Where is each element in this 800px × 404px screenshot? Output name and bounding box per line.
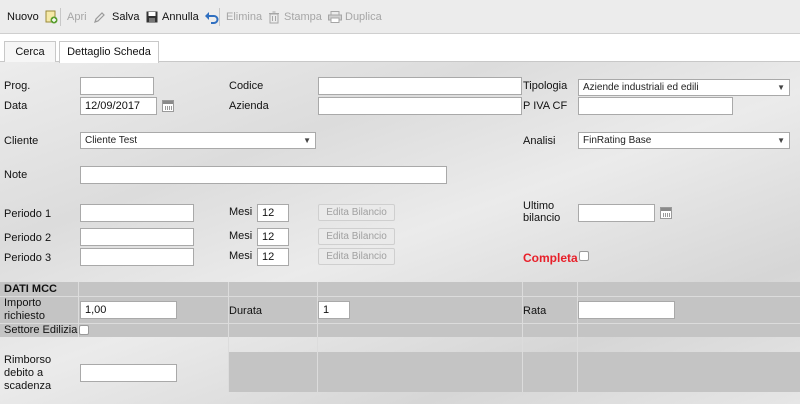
azienda-label: Azienda [229,100,269,112]
duplica-button[interactable]: Duplica [345,9,382,25]
codice-input[interactable] [318,77,522,95]
ultimo-bilancio-label-2: bilancio [523,212,561,224]
importo-label-1: Importo [4,297,42,309]
mcc-header-band [0,282,800,296]
toolbar: Nuovo Apri Salva Annulla Elimina Stampa … [0,0,800,34]
rimborso-label-3: scadenza [4,380,52,392]
tab-dettaglio-label: Dettaglio Scheda [67,46,151,58]
data-label: Data [4,100,28,112]
durata-input[interactable] [318,301,350,319]
analisi-select[interactable]: FinRating Base ▼ [578,132,790,149]
mesi3-input[interactable] [257,248,289,266]
analisi-value: FinRating Base [583,135,652,146]
pencil-icon [93,11,105,23]
salva-button[interactable]: Salva [112,9,158,25]
codice-label: Codice [229,80,264,92]
calendar-icon[interactable] [660,207,672,219]
tab-dettaglio-scheda[interactable]: Dettaglio Scheda [59,41,159,63]
rimborso-label-1: Rimborso [4,354,52,366]
mcc-row-settore [0,324,800,337]
elimina-label: Elimina [226,11,263,23]
durata-label: Durata [229,305,263,317]
settore-edilizia-checkbox[interactable] [79,325,89,335]
cliente-select[interactable]: Cliente Test ▼ [80,132,316,149]
importo-label-2: richiesto [4,310,45,322]
prog-label: Prog. [4,80,31,92]
duplica-label: Duplica [345,11,382,23]
periodo1-input[interactable] [80,204,194,222]
data-input[interactable] [80,97,157,115]
edita-bilancio-2-button[interactable]: Edita Bilancio [318,228,395,245]
tab-cerca-label: Cerca [15,46,45,58]
chevron-down-icon: ▼ [303,136,311,145]
cliente-label: Cliente [4,135,39,147]
mesi2-input[interactable] [257,228,289,246]
stampa-button[interactable]: Stampa [284,9,342,25]
completa-checkbox[interactable] [579,251,589,261]
ultimo-bilancio-label-1: Ultimo [523,200,555,212]
edita-bilancio-1-button[interactable]: Edita Bilancio [318,204,395,221]
chevron-down-icon: ▼ [777,136,785,145]
rata-input[interactable] [578,301,675,319]
annulla-label: Annulla [162,11,199,23]
printer-icon [327,11,342,24]
azienda-input[interactable] [318,97,522,115]
analisi-label: Analisi [523,135,556,147]
periodo2-input[interactable] [80,228,194,246]
mcc-title: DATI MCC [4,283,57,295]
tipologia-value: Aziende industriali ed edili [583,82,699,93]
periodo3-input[interactable] [80,248,194,266]
importo-input[interactable] [80,301,177,319]
mcc-row-rimborso-band [229,352,800,392]
chevron-down-icon: ▼ [777,83,785,92]
ultimo-bilancio-input[interactable] [578,204,655,222]
note-label: Note [4,169,28,181]
rata-label: Rata [523,305,547,317]
tipologia-label: Tipologia [523,80,568,92]
mesi1-label: Mesi [229,206,253,218]
rimborso-input[interactable] [80,364,177,382]
floppy-disk-icon [146,11,158,23]
mesi2-label: Mesi [229,230,253,242]
edita-bilancio-3-button[interactable]: Edita Bilancio [318,248,395,265]
completa-label: Completa [523,251,578,265]
salva-label: Salva [112,11,140,23]
piva-label: P IVA CF [523,100,568,112]
nuovo-button[interactable]: Nuovo [7,9,58,25]
settore-edilizia-label: Settore Edilizia [4,324,78,336]
annulla-button[interactable]: Annulla [162,9,219,25]
mesi1-input[interactable] [257,204,289,222]
calendar-icon[interactable] [162,100,174,112]
trash-icon [269,11,280,24]
periodo1-label: Periodo 1 [4,208,52,220]
tipologia-select[interactable]: Aziende industriali ed edili ▼ [578,79,790,96]
apri-label: Apri [67,11,87,23]
tab-cerca[interactable]: Cerca [4,41,56,62]
prog-input[interactable] [80,77,154,95]
undo-arrow-icon [204,11,219,24]
piva-input[interactable] [578,97,733,115]
stampa-label: Stampa [284,11,322,23]
add-document-icon [45,10,58,24]
rimborso-label-2: debito a [4,367,44,379]
elimina-button[interactable]: Elimina [226,9,280,25]
periodo2-label: Periodo 2 [4,232,52,244]
cliente-value: Cliente Test [85,135,138,146]
nuovo-label: Nuovo [7,11,39,23]
mesi3-label: Mesi [229,250,253,262]
apri-button[interactable]: Apri [67,9,106,25]
periodo3-label: Periodo 3 [4,252,52,264]
note-input[interactable] [80,166,447,184]
